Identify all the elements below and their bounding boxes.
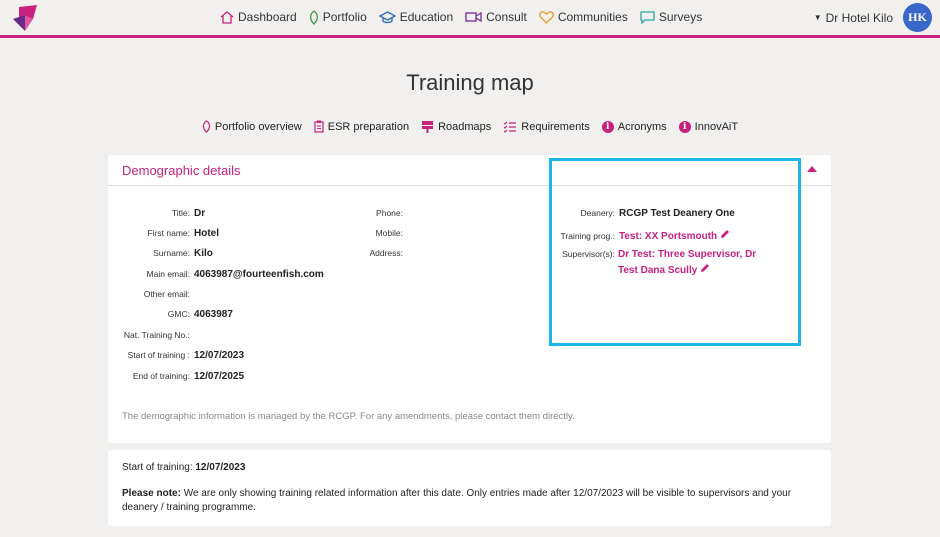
- field-address: Address:: [308, 248, 407, 258]
- field-start-of-training: Start of training : 12/07/2023: [108, 350, 244, 361]
- please-note-label: Please note:: [122, 488, 181, 499]
- field-label: Address:: [369, 248, 403, 258]
- avatar[interactable]: HK: [903, 3, 932, 32]
- subnav-acronyms-label: Acronyms: [617, 120, 667, 133]
- field-end-of-training: End of training: 12/07/2025: [108, 371, 244, 382]
- subnav-roadmaps[interactable]: Roadmaps: [421, 120, 491, 133]
- info-icon: i: [678, 120, 691, 133]
- field-label: Start of training :: [127, 350, 190, 360]
- video-icon: [465, 11, 482, 23]
- main-nav: Dashboard Portfolio Education Consult Co…: [220, 0, 714, 34]
- field-gmc: GMC: 4063987: [108, 309, 233, 320]
- field-value: 12/07/2023: [194, 350, 245, 361]
- field-label: Mobile:: [375, 228, 403, 238]
- subnav-portfolio-overview-label: Portfolio overview: [214, 120, 302, 133]
- nav-surveys-label: Surveys: [658, 10, 703, 24]
- field-phone: Phone:: [308, 208, 407, 218]
- field-value: Dr: [194, 208, 206, 219]
- subnav-innovait-label: InnovAiT: [694, 120, 739, 133]
- start-of-training-label: Start of training:: [122, 462, 193, 473]
- leaf-icon: [309, 9, 318, 25]
- nav-education-label: Education: [399, 10, 454, 24]
- graduation-cap-icon: [378, 10, 396, 23]
- leaf-icon: [202, 120, 211, 133]
- subnav-acronyms[interactable]: i Acronyms: [601, 120, 667, 133]
- please-note-line: Please note: We are only showing trainin…: [122, 487, 822, 515]
- page-title: Training map: [406, 70, 534, 95]
- nav-consult-label: Consult: [486, 10, 527, 24]
- field-title: Title: Dr: [108, 208, 205, 219]
- subnav-portfolio-overview[interactable]: Portfolio overview: [202, 120, 302, 133]
- field-value: Hotel: [194, 228, 219, 239]
- field-label: First name:: [147, 228, 190, 238]
- start-of-training-line: Start of training: 12/07/2023: [122, 462, 245, 473]
- nav-dashboard[interactable]: Dashboard: [220, 10, 297, 24]
- demographics-note: The demographic information is managed b…: [122, 411, 575, 422]
- checklist-icon: [503, 121, 517, 133]
- info-icon: i: [601, 120, 614, 133]
- nav-communities[interactable]: Communities: [538, 10, 628, 24]
- home-icon: [220, 10, 234, 24]
- user-name: Dr Hotel Kilo: [825, 10, 893, 25]
- please-note-text: We are only showing training related inf…: [122, 488, 792, 513]
- subnav-esr-preparation-label: ESR preparation: [327, 120, 410, 133]
- top-navigation-bar: Dashboard Portfolio Education Consult Co…: [0, 0, 940, 38]
- highlight-box: [549, 158, 801, 346]
- user-menu[interactable]: ▼ Dr Hotel Kilo HK: [814, 3, 932, 32]
- field-label: End of training:: [132, 371, 190, 381]
- field-label: Main email:: [146, 269, 190, 279]
- field-national-training-number: Nat. Training No.:: [108, 330, 194, 340]
- nav-consult[interactable]: Consult: [465, 10, 527, 24]
- start-of-training-value: 12/07/2023: [195, 462, 246, 473]
- field-value: Kilo: [194, 248, 213, 259]
- heart-icon: [538, 10, 554, 24]
- message-icon: [640, 10, 655, 24]
- subnav-requirements-label: Requirements: [521, 120, 590, 133]
- field-value: 12/07/2025: [194, 371, 245, 382]
- nav-portfolio-label: Portfolio: [322, 10, 367, 24]
- fourteenfish-logo[interactable]: [11, 5, 39, 31]
- field-main-email: Main email: 4063987@fourteenfish.com: [108, 269, 324, 280]
- clipboard-icon: [314, 120, 324, 133]
- nav-education[interactable]: Education: [378, 10, 454, 24]
- sub-navigation: Portfolio overview ESR preparation Roadm…: [0, 120, 940, 133]
- demographic-details-title: Demographic details: [122, 162, 241, 178]
- field-label: Nat. Training No.:: [123, 330, 190, 340]
- field-label: GMC:: [167, 309, 190, 319]
- nav-portfolio[interactable]: Portfolio: [309, 9, 367, 25]
- caret-down-icon: ▼: [813, 13, 822, 22]
- subnav-requirements[interactable]: Requirements: [503, 120, 590, 133]
- field-label: Surname:: [153, 248, 190, 258]
- field-label: Title:: [171, 208, 190, 218]
- field-label: Phone:: [376, 208, 403, 218]
- field-other-email: Other email:: [108, 289, 194, 299]
- subnav-innovait[interactable]: i InnovAiT: [678, 120, 739, 133]
- field-mobile: Mobile:: [308, 228, 407, 238]
- training-info-card: Start of training: 12/07/2023 Please not…: [108, 450, 831, 526]
- nav-dashboard-label: Dashboard: [238, 10, 297, 24]
- field-label: Other email:: [143, 289, 190, 299]
- field-value: 4063987@fourteenfish.com: [194, 269, 324, 280]
- field-value: 4063987: [194, 309, 233, 320]
- field-surname: Surname: Kilo: [108, 248, 213, 259]
- signpost-icon: [422, 121, 434, 133]
- subnav-esr-preparation[interactable]: ESR preparation: [314, 120, 409, 133]
- field-first-name: First name: Hotel: [108, 228, 219, 239]
- subnav-roadmaps-label: Roadmaps: [438, 120, 492, 133]
- collapse-triangle-icon[interactable]: [807, 166, 817, 172]
- nav-surveys[interactable]: Surveys: [640, 10, 702, 24]
- nav-communities-label: Communities: [557, 10, 628, 24]
